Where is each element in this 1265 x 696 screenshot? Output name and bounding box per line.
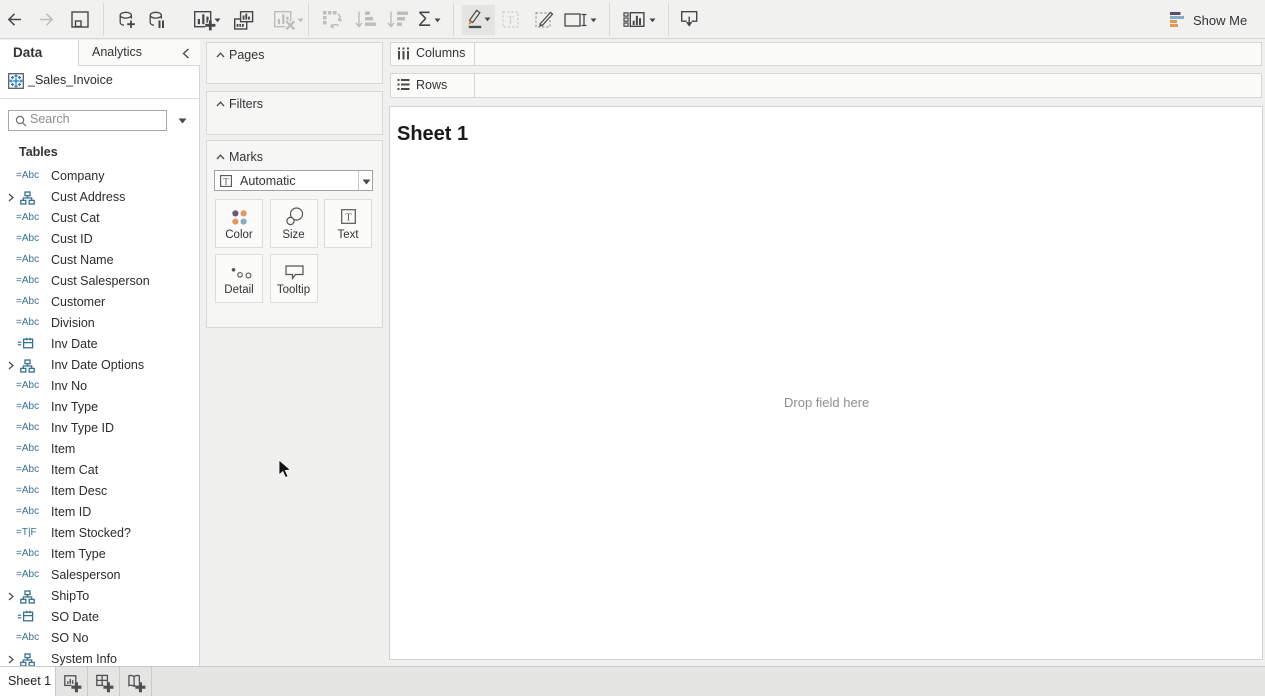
svg-text:T: T bbox=[223, 176, 229, 186]
svg-text:T: T bbox=[507, 16, 513, 27]
svg-text:T: T bbox=[345, 212, 352, 223]
